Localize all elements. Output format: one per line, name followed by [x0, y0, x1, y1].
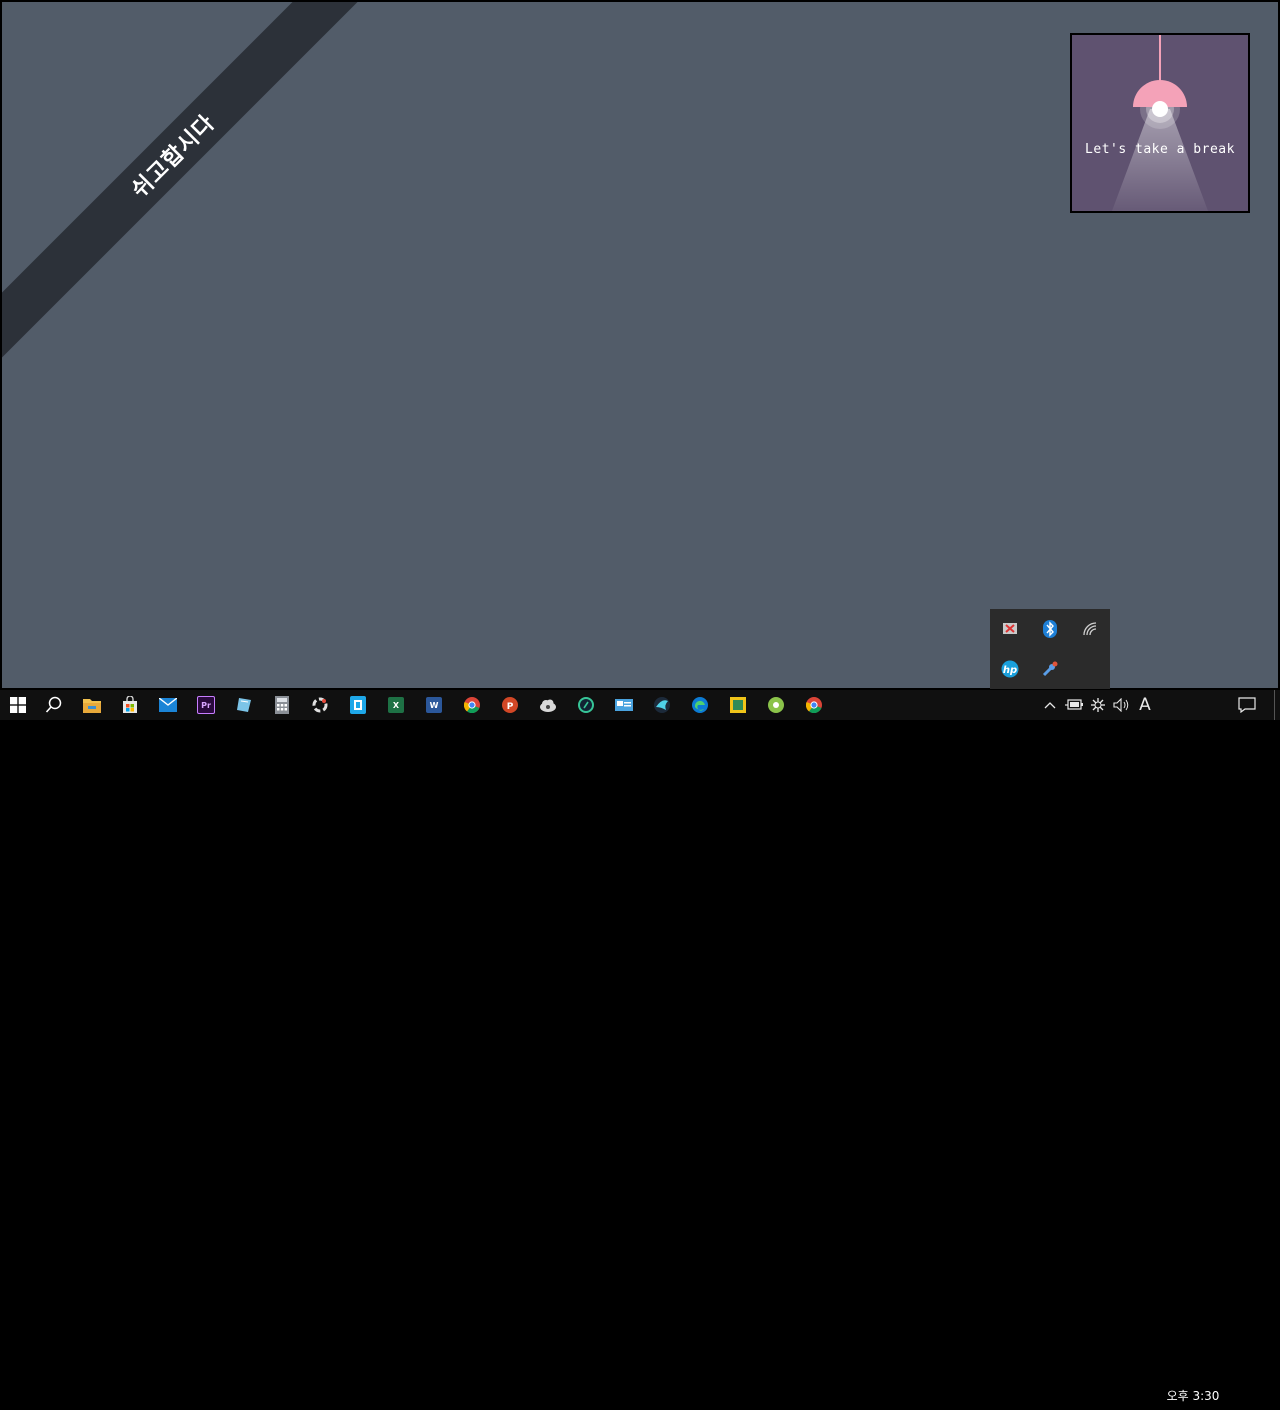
bird-app-icon[interactable] [652, 695, 672, 715]
notebook-app-icon[interactable] [234, 695, 254, 715]
wireless-icon[interactable] [1080, 619, 1100, 639]
notification-center-icon[interactable] [1236, 695, 1258, 715]
screen-app-icon[interactable] [614, 695, 634, 715]
disconnected-device-icon[interactable] [1000, 619, 1020, 639]
network-icon[interactable] [1088, 695, 1108, 715]
cloud-app-icon[interactable] [538, 695, 558, 715]
show-desktop-divider[interactable] [1274, 690, 1275, 720]
settings-ring-icon[interactable] [310, 695, 330, 715]
chrome-alt-icon[interactable] [804, 695, 824, 715]
svg-text:hp: hp [1003, 665, 1017, 676]
chrome-icon[interactable] [462, 695, 482, 715]
show-hidden-icons-chevron-icon[interactable] [1041, 695, 1059, 715]
premiere-icon[interactable]: Pr [196, 695, 216, 715]
edge-icon[interactable] [690, 695, 710, 715]
store-icon[interactable] [120, 695, 140, 715]
file-explorer-icon[interactable] [82, 695, 102, 715]
photo-frame-icon[interactable] [728, 695, 748, 715]
input-method-indicator[interactable]: A [1135, 695, 1155, 715]
tray-overflow-popup: hp [990, 609, 1110, 689]
volume-icon[interactable] [1112, 695, 1132, 715]
lamp-icon [1112, 35, 1208, 211]
break-widget[interactable]: Let's take a break [1070, 33, 1250, 213]
taskbar-clock[interactable]: 오후 3:30 [1160, 1380, 1226, 1410]
desktop: 쉬고합시다 Let's take a break [2, 2, 1278, 688]
corner-ribbon: 쉬고합시다 [2, 2, 387, 370]
powerpoint-icon[interactable]: P [500, 695, 520, 715]
excel-icon[interactable]: X [386, 695, 406, 715]
search-icon[interactable] [44, 695, 64, 715]
calculator-icon[interactable] [272, 695, 292, 715]
bluetooth-icon[interactable] [1040, 619, 1060, 639]
ribbon-text: 쉬고합시다 [127, 110, 221, 204]
green-circle-icon[interactable] [576, 695, 596, 715]
svg-text:P: P [507, 702, 514, 712]
word-icon[interactable]: W [424, 695, 444, 715]
taskbar: Pr X W P A 오후 3:30 [0, 690, 1280, 1403]
mail-icon[interactable] [158, 695, 178, 715]
tool-update-icon[interactable] [1040, 659, 1060, 679]
battery-icon[interactable] [1063, 695, 1085, 715]
blue-app-icon[interactable] [348, 695, 368, 715]
green-app-icon[interactable] [766, 695, 786, 715]
break-caption: Let's take a break [1085, 142, 1235, 157]
hp-icon[interactable]: hp [1000, 659, 1020, 679]
start-icon[interactable] [8, 695, 28, 715]
